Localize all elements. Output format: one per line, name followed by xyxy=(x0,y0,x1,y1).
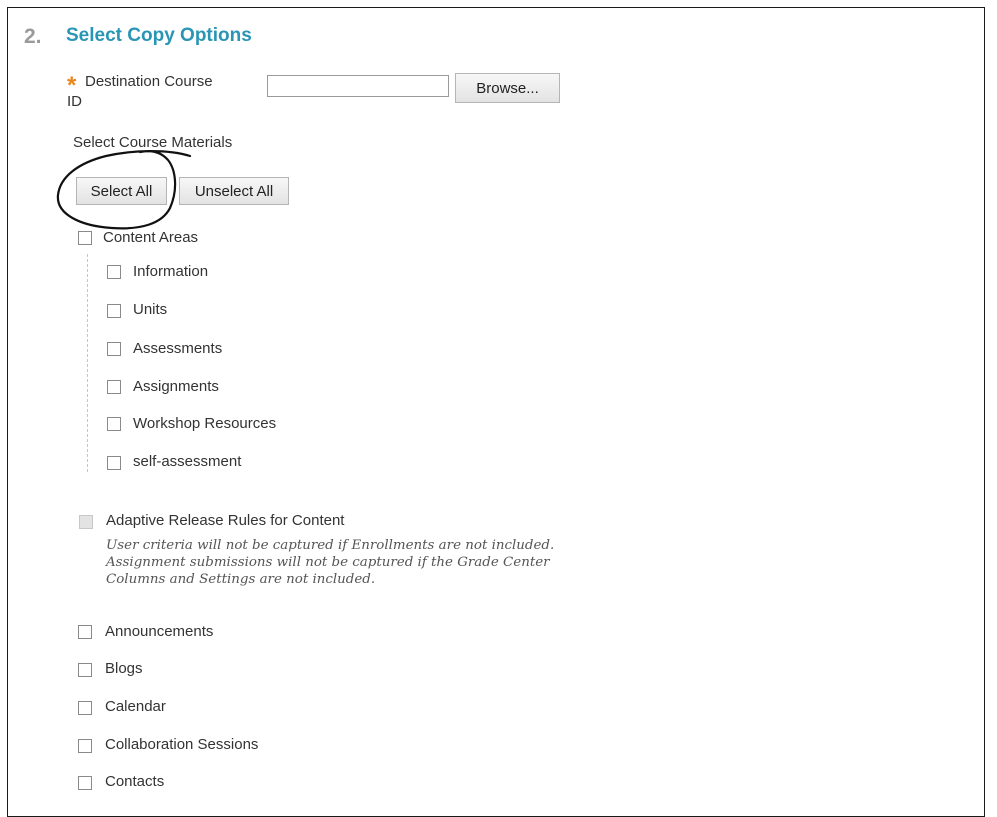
destination-course-id-input[interactable] xyxy=(267,75,449,97)
collaboration-sessions-label: Collaboration Sessions xyxy=(105,736,259,753)
calendar-checkbox[interactable] xyxy=(78,701,92,715)
assignments-checkbox[interactable] xyxy=(107,380,121,394)
step-number: 2. xyxy=(24,25,42,48)
tree-connector-line xyxy=(87,254,88,472)
content-areas-label: Content Areas xyxy=(103,229,199,246)
workshop-resources-label: Workshop Resources xyxy=(133,415,277,432)
adaptive-release-label: Adaptive Release Rules for Content xyxy=(106,512,345,529)
collaboration-sessions-checkbox[interactable] xyxy=(78,739,92,753)
announcements-checkbox[interactable] xyxy=(78,625,92,639)
calendar-label: Calendar xyxy=(105,698,166,715)
section-title: Select Copy Options xyxy=(66,25,252,46)
information-checkbox[interactable] xyxy=(107,265,121,279)
adaptive-release-note: User criteria will not be captured if En… xyxy=(106,538,555,587)
contacts-checkbox[interactable] xyxy=(78,776,92,790)
blogs-label: Blogs xyxy=(105,660,143,677)
unselect-all-button[interactable]: Unselect All xyxy=(179,177,289,205)
units-label: Units xyxy=(133,301,168,318)
self-assessment-checkbox[interactable] xyxy=(107,456,121,470)
self-assessment-label: self-assessment xyxy=(133,453,242,470)
blogs-checkbox[interactable] xyxy=(78,663,92,677)
assessments-checkbox[interactable] xyxy=(107,342,121,356)
page-frame xyxy=(7,7,985,817)
contacts-label: Contacts xyxy=(105,773,165,790)
assessments-label: Assessments xyxy=(133,340,223,357)
select-course-materials-label: Select Course Materials xyxy=(73,134,233,151)
select-all-button[interactable]: Select All xyxy=(76,177,167,205)
browse-button[interactable]: Browse... xyxy=(455,73,560,103)
announcements-label: Announcements xyxy=(105,623,214,640)
destination-course-label-id: ID xyxy=(67,93,82,110)
assignments-label: Assignments xyxy=(133,378,219,395)
units-checkbox[interactable] xyxy=(107,304,121,318)
destination-course-label: Destination Course xyxy=(85,73,213,90)
content-areas-checkbox[interactable] xyxy=(78,231,92,245)
adaptive-release-checkbox xyxy=(79,515,93,529)
information-label: Information xyxy=(133,263,209,280)
workshop-resources-checkbox[interactable] xyxy=(107,417,121,431)
